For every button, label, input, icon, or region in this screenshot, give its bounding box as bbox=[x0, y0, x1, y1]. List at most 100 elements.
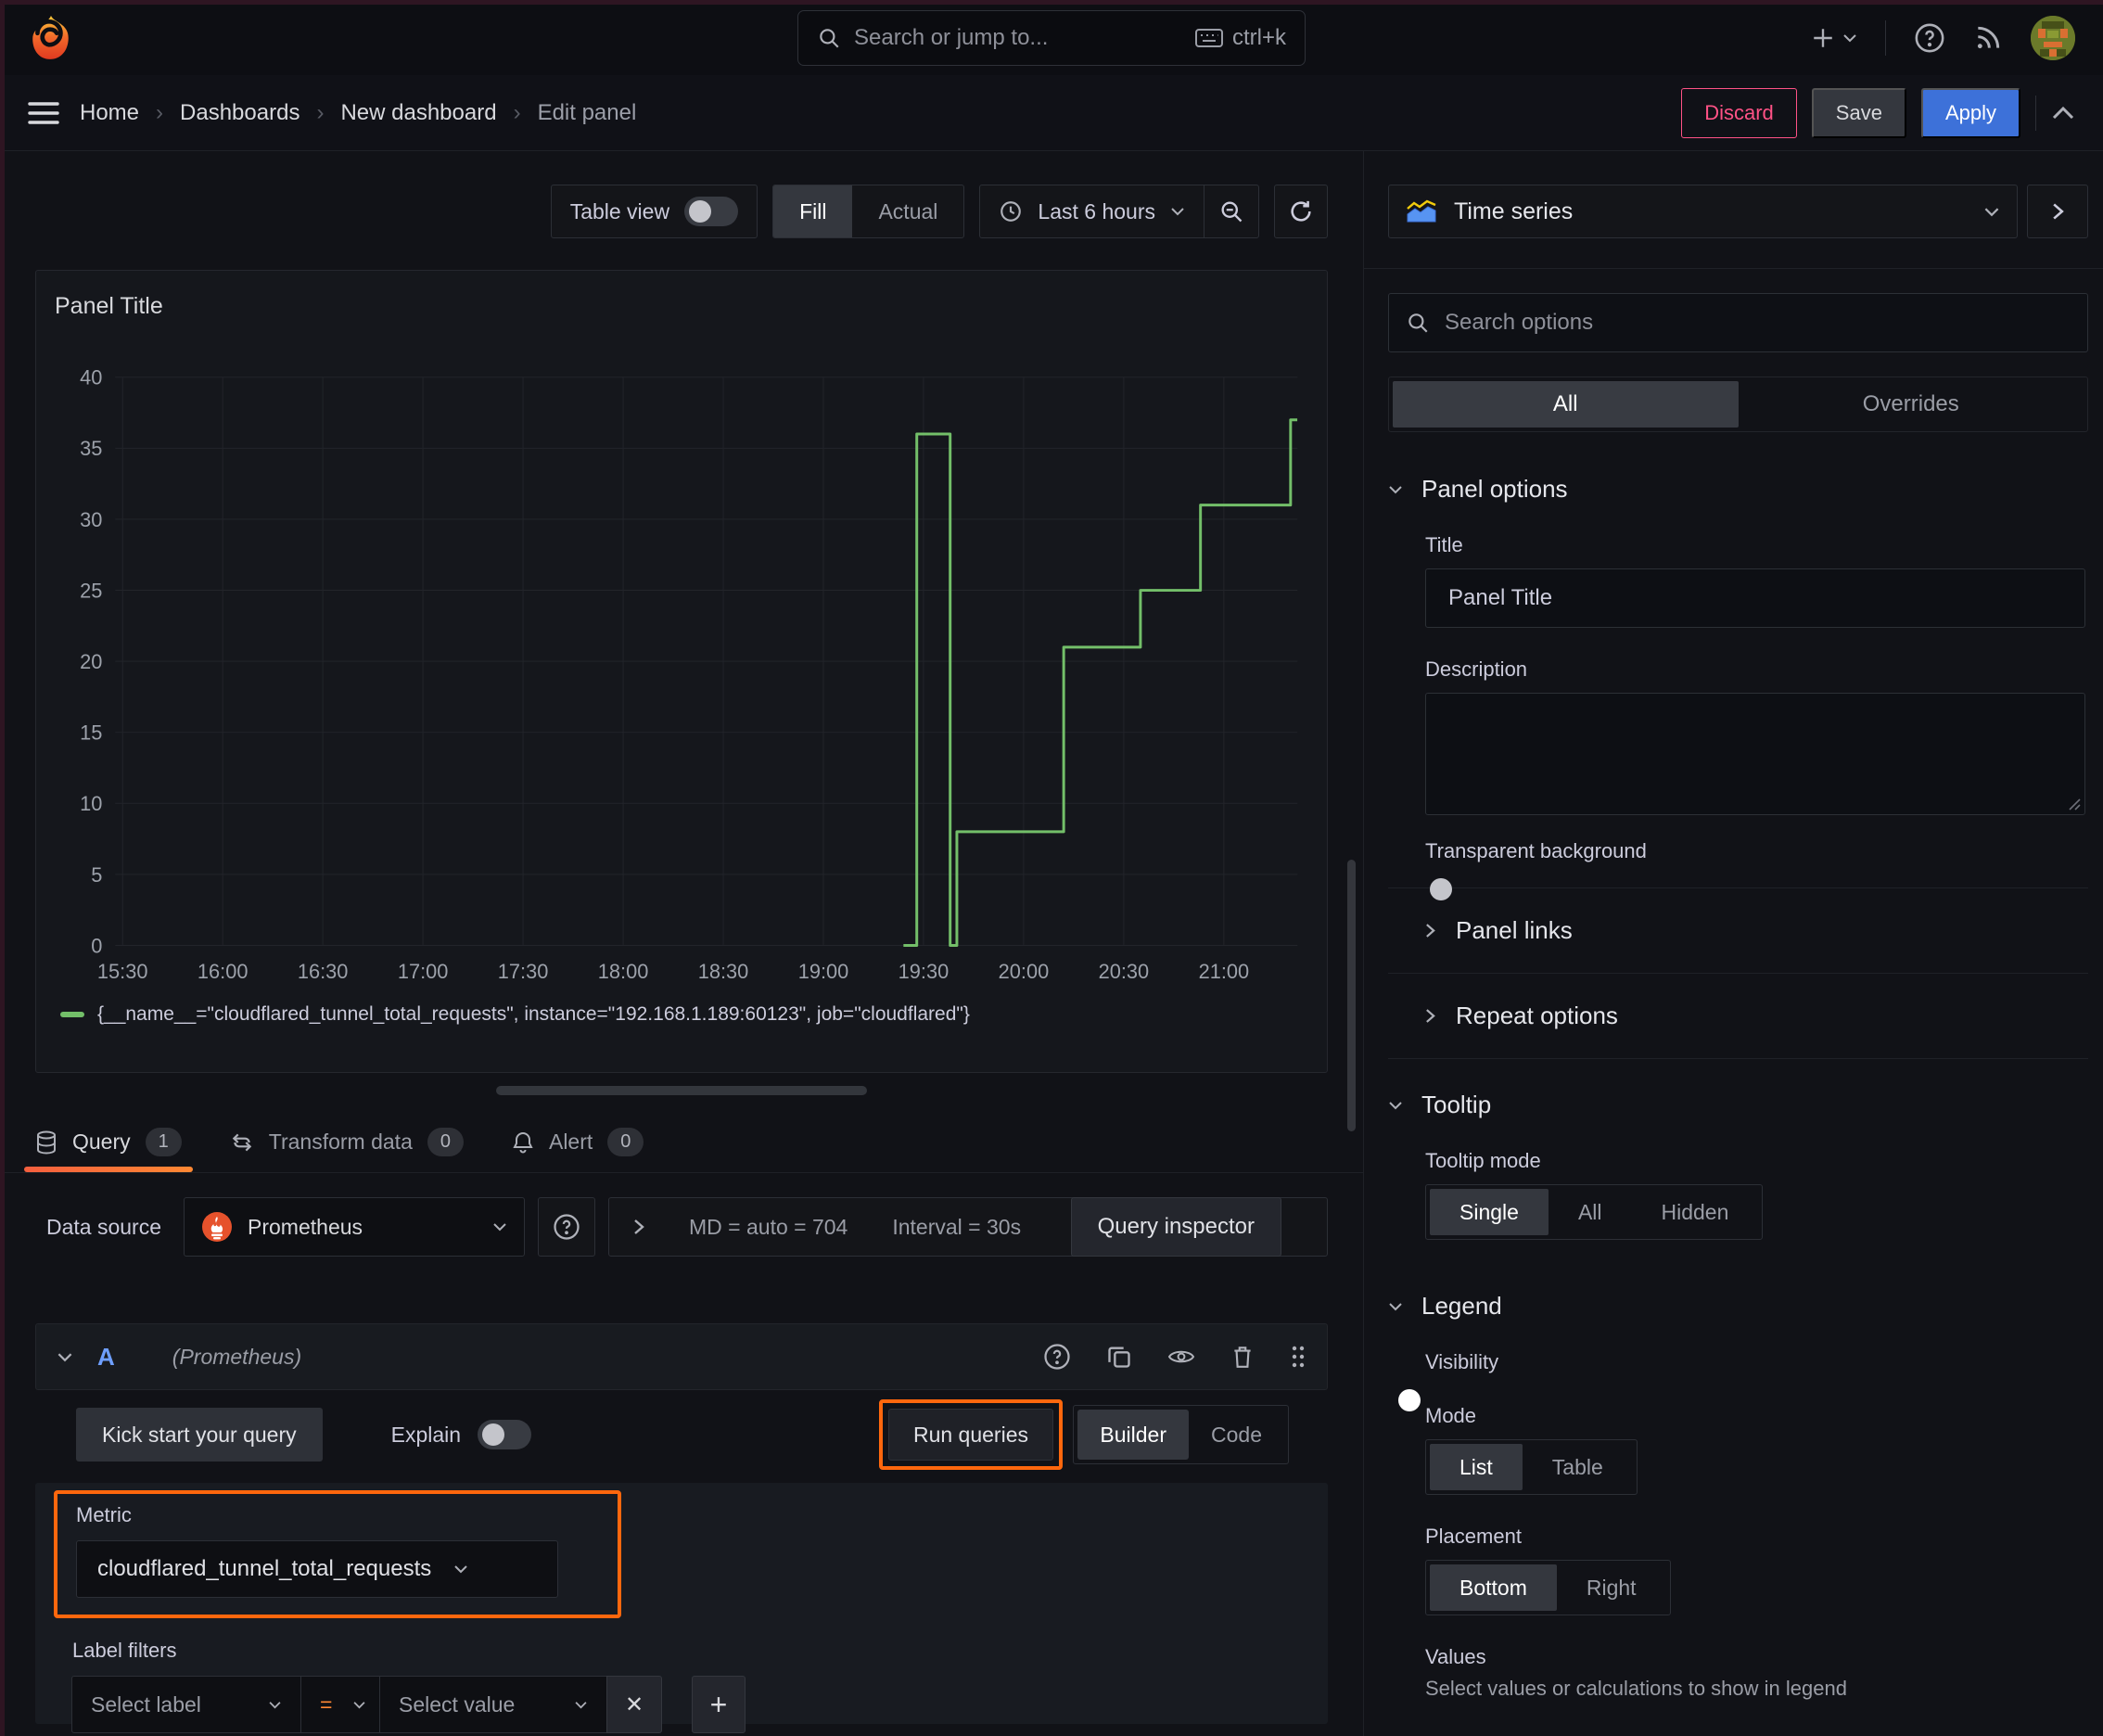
legend-series-label[interactable]: {__name__="cloudflared_tunnel_total_requ… bbox=[97, 1003, 970, 1026]
datasource-name: Prometheus bbox=[248, 1214, 363, 1239]
pane-resize-handle[interactable] bbox=[496, 1086, 867, 1095]
save-button[interactable]: Save bbox=[1811, 87, 1906, 138]
legend-placement-right[interactable]: Right bbox=[1557, 1564, 1666, 1611]
chevron-down-icon bbox=[268, 1701, 282, 1709]
tooltip-mode-label: Tooltip mode bbox=[1425, 1149, 1541, 1172]
duplicate-query-icon[interactable] bbox=[1106, 1344, 1132, 1370]
fill-option[interactable]: Fill bbox=[773, 185, 853, 237]
user-avatar[interactable] bbox=[2031, 15, 2075, 60]
tooltip-mode-segmented: Single All Hidden bbox=[1425, 1184, 1764, 1240]
query-help-icon[interactable] bbox=[1043, 1343, 1071, 1371]
new-menu-button[interactable] bbox=[1811, 26, 1857, 50]
add-filter-button[interactable]: + bbox=[692, 1676, 746, 1733]
legend-placement-segmented: Bottom Right bbox=[1425, 1560, 1671, 1615]
tooltip-mode-all[interactable]: All bbox=[1549, 1189, 1632, 1235]
query-toolbar: Kick start your query Explain Run querie… bbox=[35, 1399, 1328, 1470]
apply-button[interactable]: Apply bbox=[1920, 87, 2020, 138]
search-shortcut: ctrl+k bbox=[1231, 25, 1286, 50]
run-queries-button[interactable]: Run queries bbox=[887, 1409, 1053, 1461]
kickstart-query-button[interactable]: Kick start your query bbox=[76, 1408, 323, 1462]
tab-query[interactable]: Query 1 bbox=[24, 1112, 193, 1172]
svg-text:25: 25 bbox=[80, 579, 102, 602]
legend-placement-bottom[interactable]: Bottom bbox=[1430, 1564, 1557, 1611]
svg-text:20:30: 20:30 bbox=[1099, 960, 1150, 983]
search-input[interactable]: Search or jump to... ctrl+k bbox=[797, 10, 1306, 66]
svg-text:40: 40 bbox=[80, 366, 102, 389]
datasource-select[interactable]: Prometheus bbox=[184, 1197, 526, 1257]
transparent-bg-label: Transparent background bbox=[1425, 839, 1647, 862]
panel-links-section[interactable]: Panel links bbox=[1388, 888, 2088, 973]
operator-dropdown[interactable]: = bbox=[300, 1676, 380, 1733]
table-view-label: Table view bbox=[569, 198, 670, 223]
query-inspector-button[interactable]: Query inspector bbox=[1070, 1197, 1281, 1257]
collapse-chevron-up-icon[interactable] bbox=[2051, 106, 2075, 121]
query-card: A (Prometheus) Kick start your query Exp… bbox=[35, 1323, 1328, 1733]
refresh-button[interactable] bbox=[1274, 185, 1328, 238]
datasource-help-button[interactable] bbox=[538, 1197, 596, 1257]
select-label-dropdown[interactable]: Select label bbox=[71, 1676, 301, 1733]
tab-transform-label: Transform data bbox=[268, 1130, 413, 1154]
metric-value: cloudflared_tunnel_total_requests bbox=[97, 1556, 432, 1581]
tooltip-section-header[interactable]: Tooltip bbox=[1388, 1091, 2088, 1119]
main-scrollbar-thumb[interactable] bbox=[1347, 860, 1356, 1131]
toggle-viz-picker-button[interactable] bbox=[2027, 185, 2088, 238]
panel-title-input[interactable]: Panel Title bbox=[1425, 568, 2085, 628]
fill-actual-segmented: Fill Actual bbox=[772, 185, 965, 238]
drag-handle-grip-icon[interactable] bbox=[1290, 1344, 1306, 1370]
breadcrumb-dashboards[interactable]: Dashboards bbox=[180, 100, 300, 126]
tab-overrides[interactable]: Overrides bbox=[1739, 381, 2084, 428]
label-filters-label: Label filters bbox=[72, 1639, 177, 1662]
chevron-down-icon bbox=[492, 1222, 507, 1232]
panel-options-header[interactable]: Panel options bbox=[1388, 475, 2088, 504]
query-row-header[interactable]: A (Prometheus) bbox=[35, 1323, 1328, 1390]
explain-label: Explain bbox=[390, 1422, 462, 1447]
visualization-select[interactable]: Time series bbox=[1388, 185, 2018, 238]
help-button[interactable] bbox=[1914, 22, 1945, 54]
description-textarea[interactable] bbox=[1425, 693, 2085, 815]
zoom-out-button[interactable] bbox=[1204, 185, 1258, 237]
legend-mode-list[interactable]: List bbox=[1430, 1444, 1523, 1490]
legend-mode-table[interactable]: Table bbox=[1523, 1444, 1633, 1490]
builder-option[interactable]: Builder bbox=[1077, 1410, 1190, 1460]
actual-option[interactable]: Actual bbox=[852, 185, 963, 237]
time-series-chart[interactable]: 0 5 10 15 20 25 30 35 40 15:30 16:00 16:30 17:00 17:3… bbox=[36, 271, 1327, 1072]
tooltip-mode-single[interactable]: Single bbox=[1430, 1189, 1549, 1235]
query-ref-id[interactable]: A bbox=[97, 1343, 115, 1372]
time-range-picker[interactable]: Last 6 hours bbox=[980, 185, 1204, 237]
tab-query-label: Query bbox=[72, 1130, 131, 1154]
breadcrumb-new-dashboard[interactable]: New dashboard bbox=[340, 100, 496, 126]
select-value-dropdown[interactable]: Select value bbox=[379, 1676, 607, 1733]
tab-all[interactable]: All bbox=[1393, 381, 1739, 428]
toggle-visibility-eye-icon[interactable] bbox=[1167, 1346, 1195, 1368]
tab-alert[interactable]: Alert 0 bbox=[512, 1112, 644, 1172]
grafana-logo-icon[interactable] bbox=[28, 13, 74, 63]
chevron-down-icon[interactable] bbox=[57, 1352, 73, 1362]
tooltip-mode-hidden[interactable]: Hidden bbox=[1632, 1189, 1759, 1235]
discard-button[interactable]: Discard bbox=[1681, 87, 1797, 138]
remove-filter-button[interactable]: ✕ bbox=[606, 1676, 662, 1733]
chevron-down-icon bbox=[1388, 1302, 1403, 1311]
repeat-options-section[interactable]: Repeat options bbox=[1388, 973, 2088, 1058]
code-option[interactable]: Code bbox=[1189, 1410, 1284, 1460]
edit-panel-main: Table view Fill Actual Last 6 hours Pane… bbox=[0, 151, 1363, 1736]
tab-transform-data[interactable]: Transform data 0 bbox=[230, 1112, 464, 1172]
select-label-placeholder: Select label bbox=[91, 1691, 201, 1717]
chevron-right-icon bbox=[1425, 1008, 1435, 1024]
legend-section-header[interactable]: Legend bbox=[1388, 1292, 2088, 1321]
table-view-group: Table view bbox=[550, 185, 758, 238]
menu-icon[interactable] bbox=[28, 101, 59, 125]
resize-handle-icon[interactable] bbox=[2066, 796, 2081, 811]
run-queries-highlight: Run queries bbox=[878, 1399, 1063, 1470]
delete-query-trash-icon[interactable] bbox=[1230, 1344, 1255, 1370]
explain-toggle[interactable] bbox=[478, 1420, 532, 1449]
repeat-options-label: Repeat options bbox=[1456, 1002, 1618, 1029]
table-view-toggle[interactable] bbox=[684, 197, 739, 226]
chart-legend[interactable]: {__name__="cloudflared_tunnel_total_requ… bbox=[60, 1003, 970, 1026]
news-rss-icon[interactable] bbox=[1973, 23, 2003, 53]
metric-select[interactable]: cloudflared_tunnel_total_requests bbox=[76, 1540, 558, 1598]
query-datasource-hint: (Prometheus) bbox=[172, 1344, 302, 1369]
breadcrumb-home[interactable]: Home bbox=[80, 100, 139, 126]
svg-text:16:00: 16:00 bbox=[198, 960, 249, 983]
search-options-input[interactable]: Search options bbox=[1388, 293, 2088, 352]
chart-panel[interactable]: Panel Title 0 5 10 15 20 25 30 35 40 15:30 16:00 16… bbox=[35, 270, 1328, 1073]
